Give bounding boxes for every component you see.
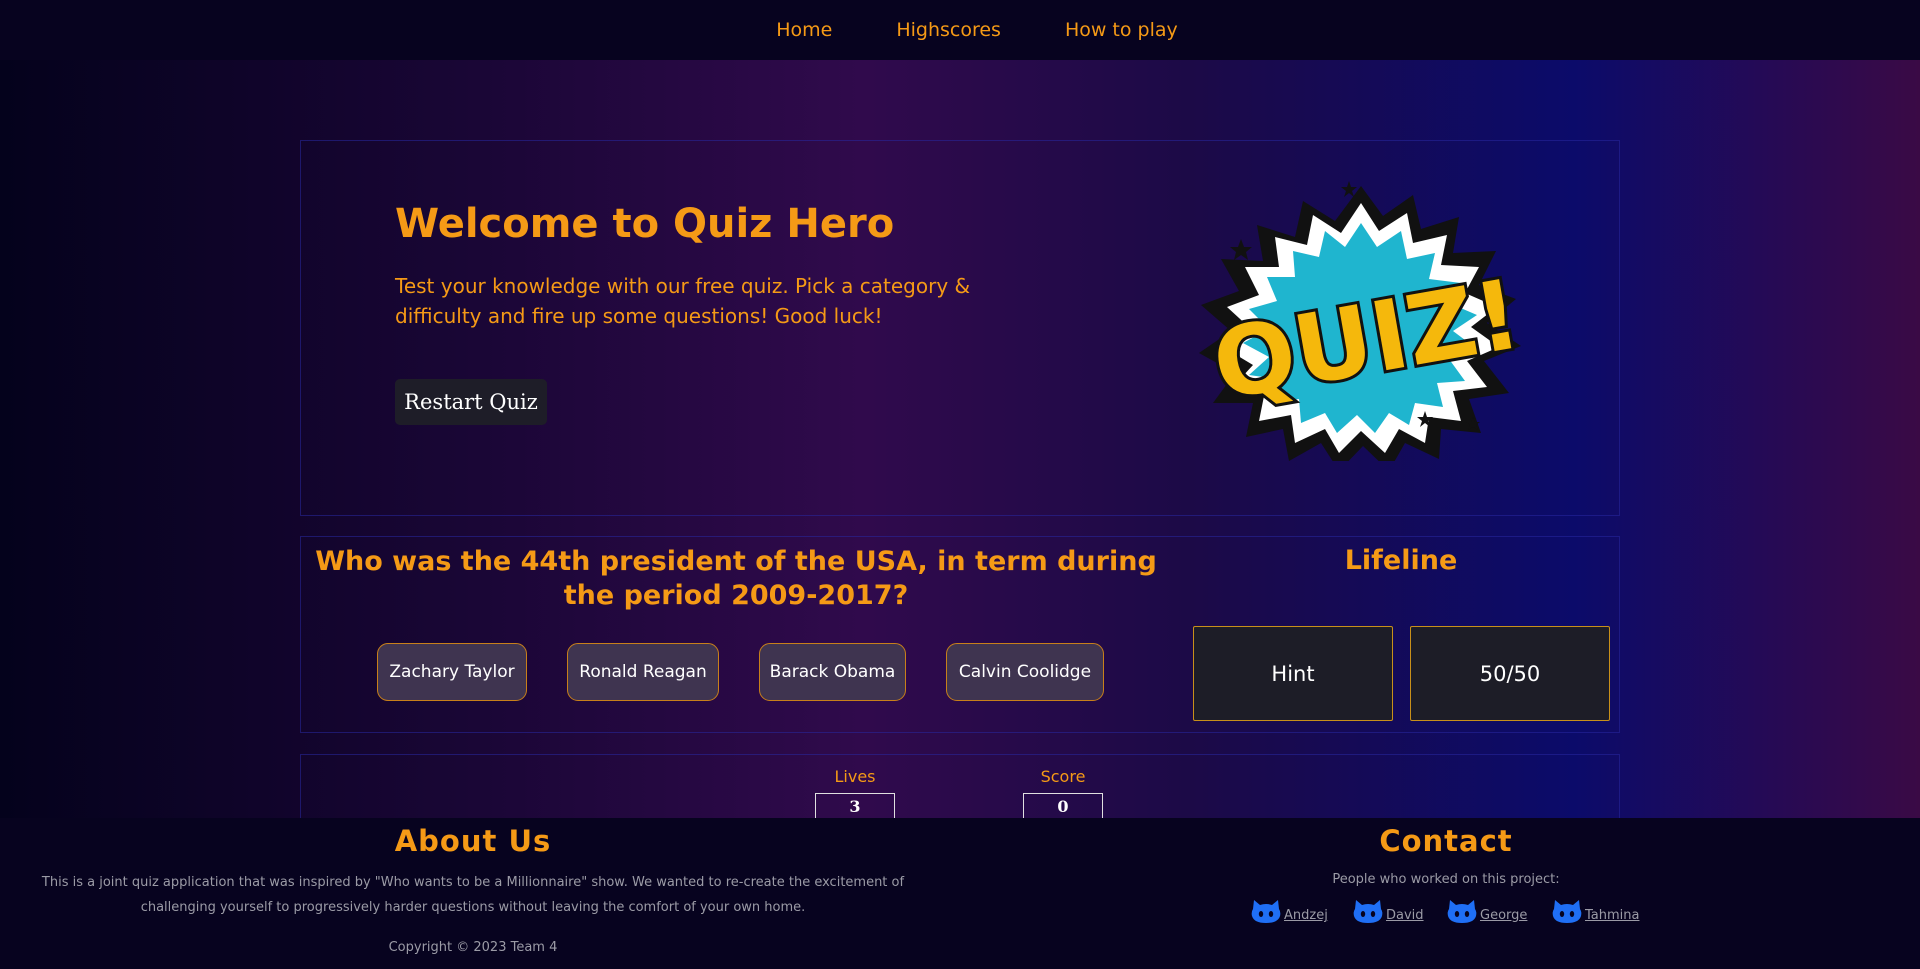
about-title: About Us xyxy=(394,824,552,858)
contributor-link-tahmina[interactable]: Tahmina xyxy=(1551,896,1639,924)
answer-list: Zachary Taylor Ronald Reagan Barack Obam… xyxy=(301,643,1181,703)
hero-panel: Welcome to Quiz Hero Test your knowledge… xyxy=(300,140,1620,516)
logo-star xyxy=(1230,239,1252,260)
contributor-link-george[interactable]: George xyxy=(1446,896,1527,924)
github-icon xyxy=(1447,900,1477,923)
contributor-name: George xyxy=(1480,908,1528,923)
contributor-link-andzej[interactable]: Andzej xyxy=(1250,896,1328,924)
question-text: Who was the 44th president of the USA, i… xyxy=(315,546,1157,611)
lives-value: 3 xyxy=(815,793,895,820)
github-icon xyxy=(1251,900,1281,923)
answer-button[interactable]: Barack Obama xyxy=(759,643,906,701)
logo-star xyxy=(1341,181,1357,197)
score-label: Score xyxy=(1040,767,1086,786)
contributor-link-david[interactable]: David xyxy=(1352,896,1424,924)
quiz-logo: QUIZ! xyxy=(1199,181,1531,461)
contact-text: People who worked on this project: xyxy=(1332,872,1560,887)
main-section: Welcome to Quiz Hero Test your knowledge… xyxy=(0,60,1920,858)
contributor-name: Tahmina xyxy=(1585,908,1640,923)
about-text: This is a joint quiz application that wa… xyxy=(41,875,905,915)
hint-button[interactable]: Hint xyxy=(1193,626,1393,721)
answer-button[interactable]: Calvin Coolidge xyxy=(946,643,1104,701)
quiz-panel: Who was the 44th president of the USA, i… xyxy=(300,536,1620,733)
fifty-fifty-button[interactable]: 50/50 xyxy=(1410,626,1610,721)
nav-how-to-play[interactable]: How to play xyxy=(1065,19,1178,41)
top-nav: Home Highscores How to play xyxy=(0,0,1920,60)
page-title: Welcome to Quiz Hero xyxy=(395,201,895,247)
lives-label: Lives xyxy=(834,767,876,786)
contributors-list: Andzej David George Tahmina xyxy=(1246,896,1666,926)
contributor-name: David xyxy=(1386,908,1424,923)
github-icon xyxy=(1353,900,1383,923)
contact-title: Contact xyxy=(1379,824,1513,858)
copyright: Copyright © 2023 Team 4 xyxy=(388,940,558,955)
lifeline-title: Lifeline xyxy=(1344,545,1458,576)
restart-quiz-button[interactable]: Restart Quiz xyxy=(395,379,547,425)
hero-subtitle: Test your knowledge with our free quiz. … xyxy=(395,274,971,328)
score-value: 0 xyxy=(1023,793,1103,820)
github-icon xyxy=(1552,900,1582,923)
nav-highscores[interactable]: Highscores xyxy=(896,19,1001,41)
footer: About Us This is a joint quiz applicatio… xyxy=(0,818,1920,969)
contributor-name: Andzej xyxy=(1284,908,1328,923)
answer-button[interactable]: Zachary Taylor xyxy=(377,643,527,701)
nav-home[interactable]: Home xyxy=(776,19,832,41)
answer-button[interactable]: Ronald Reagan xyxy=(567,643,719,701)
